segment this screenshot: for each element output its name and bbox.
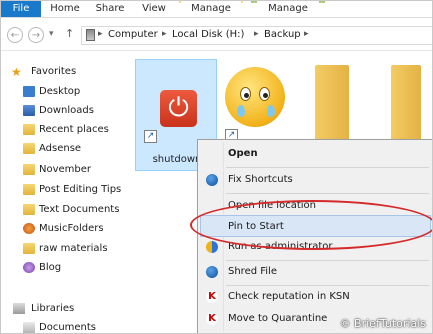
menu-item-label: Open [228,148,258,159]
folder-icon [23,204,35,215]
menu-item-label: Shred File [228,266,277,277]
watermark: © BriefTutorials [339,317,426,330]
blog-icon [23,262,35,273]
folder-icon [23,243,35,254]
breadcrumb-separator-icon[interactable]: ▸ [254,29,259,39]
menu-item-pin-to-start[interactable]: Pin to Start [200,215,431,237]
music-folder-icon [23,223,35,234]
pupil [263,93,268,98]
nav-item-label: Adsense [39,143,82,154]
menu-separator [226,167,429,168]
tab-home[interactable]: Home [47,1,83,17]
libraries-icon [13,303,25,314]
menu-item-shred-file[interactable]: Shred File [200,261,431,283]
nav-item-label: Recent places [39,124,109,135]
address-row: ← → ▾ ↑ ▸ Computer ▸ Local Disk (H:) ▸ B… [1,18,432,51]
nav-item-label: Desktop [39,86,81,97]
context-menu: Open Fix Shortcuts Open file location Pi… [197,139,432,333]
up-arrow-icon[interactable]: ↑ [65,27,74,40]
menu-item-label: Check reputation in KSN [228,291,350,302]
nav-item-label: Text Documents [39,204,120,215]
nav-item-label: November [39,164,92,175]
forward-button[interactable]: → [28,27,44,43]
menu-item-label: Fix Shortcuts [228,174,293,185]
shortcut-arrow-icon: ↗ [144,130,157,143]
nav-item-label: raw materials [39,243,108,254]
fix-shortcuts-icon [206,174,218,186]
tab-share[interactable]: Share [93,1,127,17]
breadcrumb-computer[interactable]: Computer [108,29,158,40]
folder-icon [23,143,35,154]
menu-item-label: Run as administrator [228,241,333,252]
breadcrumb-separator-icon[interactable]: ▸ [98,29,103,39]
shred-file-icon [206,266,218,278]
breadcrumb-separator-icon[interactable]: ▸ [304,29,309,39]
kaspersky-icon: K [206,313,218,325]
nav-item-label: Documents [39,322,97,333]
nav-item-label: Blog [39,262,62,273]
favorites-star-icon: ★ [11,65,22,79]
address-bar[interactable]: ▸ Computer ▸ Local Disk (H:) ▸ Backup ▸ [81,26,432,45]
menu-item-label: Pin to Start [228,221,284,232]
desktop-icon [23,86,35,97]
tab-manage-2[interactable]: Manage [257,1,319,17]
tear-icon [237,105,245,117]
nav-item-label: MusicFolders [39,223,104,234]
navigation-pane: ★ Favorites Desktop Downloads Recent pla… [1,51,129,333]
menu-item-check-reputation-ksn[interactable]: K Check reputation in KSN [200,286,431,308]
menu-item-run-as-administrator[interactable]: Run as administrator [200,236,431,258]
folder-icon [23,164,35,175]
menu-item-label: Open file location [228,200,316,211]
back-button[interactable]: ← [7,27,23,43]
recent-locations-chevron-icon[interactable]: ▾ [49,29,54,39]
menu-item-open[interactable]: Open [200,143,431,165]
explorer-window: File Home Share View Manage Manage ← → ▾… [0,0,433,334]
menu-separator [226,193,429,194]
documents-icon [23,322,35,333]
ribbon: File Home Share View Manage Manage [1,1,432,18]
menu-item-fix-shortcuts[interactable]: Fix Shortcuts [200,169,431,191]
uac-shield-icon [206,241,218,253]
power-icon: ⏻ [168,93,189,123]
nav-item-label: Downloads [39,105,94,116]
breadcrumb-backup[interactable]: Backup [264,29,301,40]
breadcrumb-separator-icon[interactable]: ▸ [162,29,167,39]
back-arrow-icon: ← [10,30,20,41]
pupil [244,93,249,98]
forward-arrow-icon: → [31,30,41,41]
downloads-icon [23,105,35,116]
eye [259,87,270,101]
menu-item-open-file-location[interactable]: Open file location [200,195,431,217]
folder-icon [23,184,35,195]
kaspersky-icon: K [206,291,218,303]
drive-icon [86,29,95,41]
nav-item-label: Post Editing Tips [39,184,122,195]
nav-favorites-label: Favorites [31,66,77,77]
tab-view[interactable]: View [139,1,169,17]
eye [240,87,251,101]
shutdown-shortcut-icon: ⏻ [160,90,197,127]
nav-libraries-label: Libraries [31,303,75,314]
tear-icon [267,105,275,117]
recent-places-icon [23,124,35,135]
breadcrumb-local-disk[interactable]: Local Disk (H:) [172,29,244,40]
menu-item-label: Move to Quarantine [228,313,328,324]
tab-file[interactable]: File [1,1,41,17]
crying-emoji-icon[interactable] [225,67,285,127]
tab-manage-1[interactable]: Manage [181,1,241,17]
